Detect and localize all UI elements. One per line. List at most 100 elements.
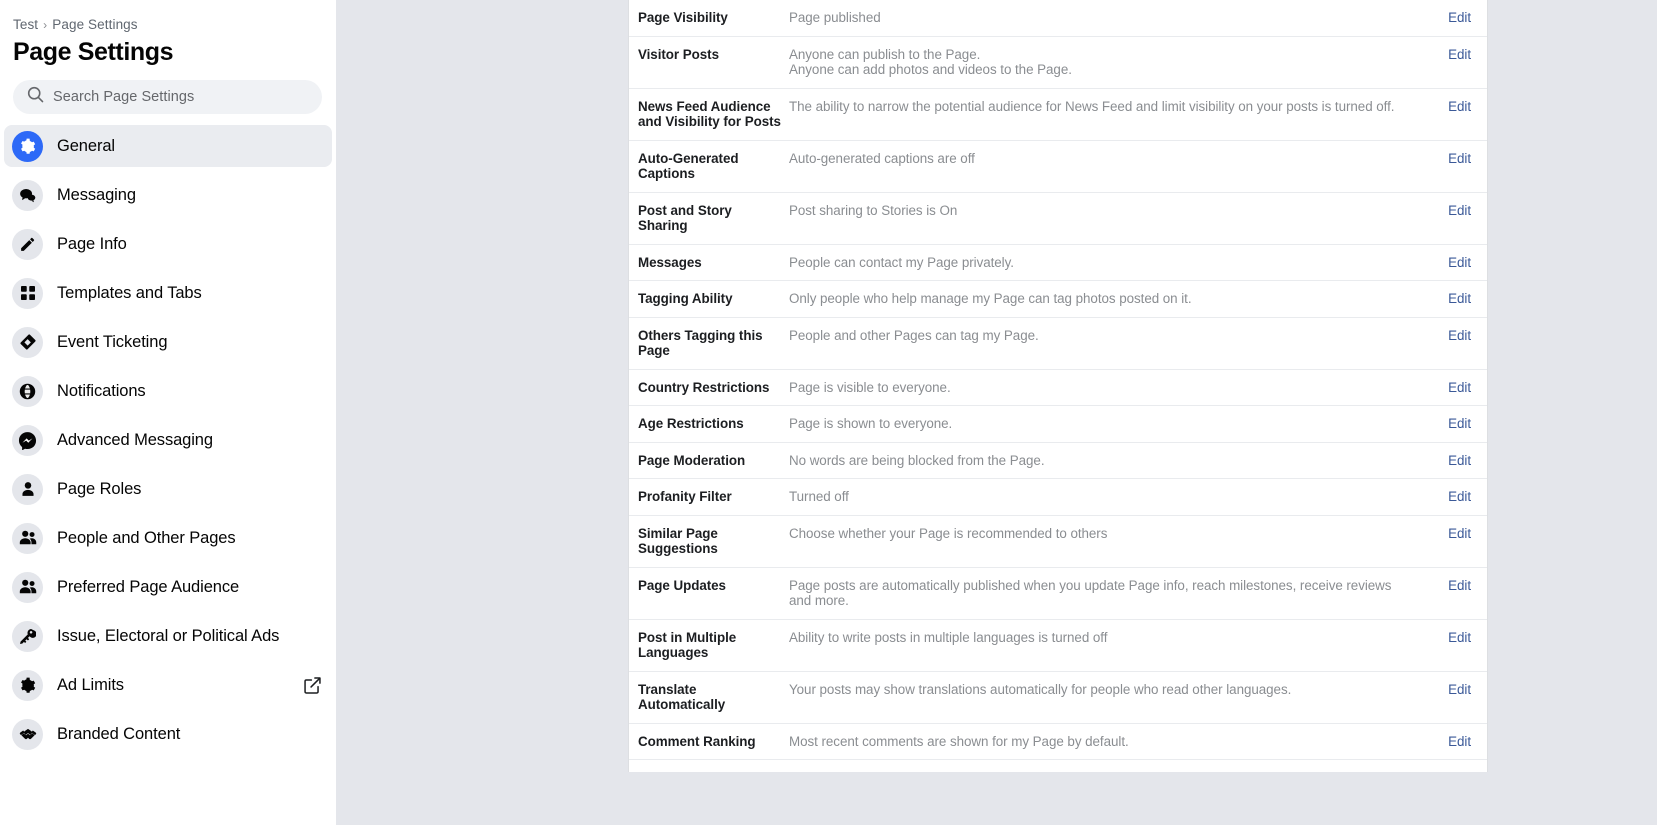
setting-value: People and other Pages can tag my Page.: [789, 328, 1427, 344]
setting-value-line2: Anyone can add photos and videos to the …: [789, 62, 1072, 77]
background-right: [1488, 0, 1657, 825]
settings-row: Post and Story Sharing Post sharing to St…: [629, 193, 1487, 245]
settings-row: Country Restrictions Page is visible to e…: [629, 370, 1487, 406]
gear-icon: [12, 130, 43, 162]
settings-row: Auto-Generated Captions Auto-generated ca…: [629, 141, 1487, 193]
setting-label: Comment Ranking: [638, 733, 756, 749]
search-box[interactable]: [13, 80, 322, 114]
breadcrumb-separator: ›: [43, 18, 48, 32]
setting-value-line1: Page posts are automatically published w…: [789, 577, 1392, 609]
sidebar-item-label: Page Roles: [57, 479, 142, 498]
settings-row: Similar Page Suggestions Choose whether y…: [629, 516, 1487, 568]
setting-label: Post and Story Sharing: [638, 202, 732, 234]
edit-link[interactable]: Edit: [1427, 47, 1487, 63]
sidebar-item-ad-limits[interactable]: Ad Limits: [4, 664, 332, 706]
setting-value-line1: Most recent comments are shown for my Pa…: [789, 733, 1129, 749]
sidebar-item-label: Issue, Electoral or Political Ads: [57, 626, 280, 645]
sidebar-item-event-ticketing[interactable]: Event Ticketing: [4, 321, 332, 363]
edit-link[interactable]: Edit: [1427, 255, 1487, 271]
setting-label: Page Moderation: [638, 452, 746, 468]
edit-link[interactable]: Edit: [1427, 578, 1487, 594]
edit-link[interactable]: Edit: [1427, 203, 1487, 219]
edit-link[interactable]: Edit: [1427, 328, 1487, 344]
edit-link[interactable]: Edit: [1427, 99, 1487, 115]
edit-link[interactable]: Edit: [1427, 770, 1487, 772]
ticket-icon: [12, 326, 43, 358]
edit-link[interactable]: Edit: [1427, 453, 1487, 469]
setting-value: Anyone can publish to the Page. Anyone ca…: [789, 47, 1427, 78]
sidebar-item-branded-content[interactable]: Branded Content: [4, 713, 332, 755]
edit-link[interactable]: Edit: [1427, 682, 1487, 698]
people-group-icon: [12, 571, 43, 603]
sidebar-item-label: Advanced Messaging: [57, 430, 213, 449]
search-icon: [27, 86, 44, 108]
settings-row: News Feed Audience and Visibility for Po…: [629, 89, 1487, 141]
setting-value-line1: Auto-generated captions are off: [789, 150, 975, 166]
setting-value-line1: Ability to write posts in multiple langu…: [789, 629, 1108, 645]
sidebar-item-issue-electoral-or-political-ads[interactable]: Issue, Electoral or Political Ads: [4, 615, 332, 657]
edit-link[interactable]: Edit: [1427, 380, 1487, 396]
setting-value: Page is shown to everyone.: [789, 416, 1427, 432]
search-input[interactable]: [53, 89, 308, 105]
setting-value: Page posts are automatically published w…: [789, 578, 1427, 609]
sidebar-item-preferred-page-audience[interactable]: Preferred Page Audience: [4, 566, 332, 608]
edit-link[interactable]: Edit: [1427, 151, 1487, 167]
setting-label: Auto-Generated Captions: [638, 150, 739, 182]
sidebar-item-label: Event Ticketing: [57, 332, 168, 351]
setting-label: Page Visibility: [638, 10, 728, 25]
setting-value: People can contact my Page privately.: [789, 255, 1427, 271]
setting-value-line1: Downloading to Facebook is allowed.: [789, 770, 1008, 772]
settings-row: Comment Ranking Most recent comments are …: [629, 724, 1487, 760]
sidebar-item-label: People and Other Pages: [57, 528, 236, 547]
page-settings-screen: Test › Page Settings Page Settings General…: [0, 0, 1657, 825]
setting-value: Downloading to Facebook is allowed.: [789, 770, 1427, 772]
sidebar-item-notifications[interactable]: Notifications: [4, 370, 332, 412]
messenger-icon: [12, 424, 43, 456]
settings-row: Messages People can contact my Page priva…: [629, 245, 1487, 281]
setting-label: Tagging Ability: [638, 291, 733, 306]
page-title: Page Settings: [13, 38, 174, 66]
sidebar-item-label: Ad Limits: [57, 675, 124, 694]
setting-value: No words are being blocked from the Page…: [789, 453, 1427, 469]
edit-link[interactable]: Edit: [1427, 416, 1487, 432]
breadcrumb-parent[interactable]: Test: [13, 17, 38, 32]
sidebar-nav: General Messaging Page Info Templates and T…: [0, 114, 336, 755]
background-gap: [336, 0, 628, 825]
globe-icon: [12, 375, 43, 407]
setting-label: Visitor Posts: [638, 46, 719, 62]
setting-value-line1: Only people who help manage my Page can …: [789, 291, 1192, 306]
edit-link[interactable]: Edit: [1427, 10, 1487, 26]
setting-value: The ability to narrow the potential audi…: [789, 99, 1427, 115]
setting-value-line1: Turned off: [789, 489, 849, 504]
sidebar-item-general[interactable]: General: [4, 125, 332, 167]
setting-label: Age Restrictions: [638, 416, 744, 431]
breadcrumb-current: Page Settings: [52, 17, 138, 32]
edit-link[interactable]: Edit: [1427, 291, 1487, 307]
setting-value: Ability to write posts in multiple langu…: [789, 630, 1427, 646]
edit-link[interactable]: Edit: [1427, 489, 1487, 505]
sidebar-item-messaging[interactable]: Messaging: [4, 174, 332, 216]
sidebar-item-people-and-other-pages[interactable]: People and Other Pages: [4, 517, 332, 559]
grid-squares-icon: [12, 277, 43, 309]
setting-label: Page Updates: [638, 577, 726, 593]
edit-link[interactable]: Edit: [1427, 526, 1487, 542]
person-icon: [12, 473, 43, 505]
edit-link[interactable]: Edit: [1427, 734, 1487, 750]
sidebar-item-page-info[interactable]: Page Info: [4, 223, 332, 265]
setting-value: Page published: [789, 10, 1427, 26]
edit-link[interactable]: Edit: [1427, 630, 1487, 646]
external-link-icon[interactable]: [303, 676, 322, 695]
sidebar-item-label: Notifications: [57, 381, 146, 400]
setting-label: Profanity Filter: [638, 489, 732, 504]
handshake-icon: [12, 718, 43, 750]
sidebar-item-templates-and-tabs[interactable]: Templates and Tabs: [4, 272, 332, 314]
setting-value: Post sharing to Stories is On: [789, 203, 1427, 219]
setting-value-line1: The ability to narrow the potential audi…: [789, 98, 1395, 114]
sidebar-item-label: Preferred Page Audience: [57, 577, 240, 596]
setting-value-line1: Your posts may show translations automat…: [789, 681, 1292, 697]
sidebar-item-page-roles[interactable]: Page Roles: [4, 468, 332, 510]
setting-value: Auto-generated captions are off: [789, 151, 1427, 167]
settings-row: Page Visibility Page published Edit: [629, 0, 1487, 37]
people-group-icon: [12, 522, 43, 554]
sidebar-item-advanced-messaging[interactable]: Advanced Messaging: [4, 419, 332, 461]
